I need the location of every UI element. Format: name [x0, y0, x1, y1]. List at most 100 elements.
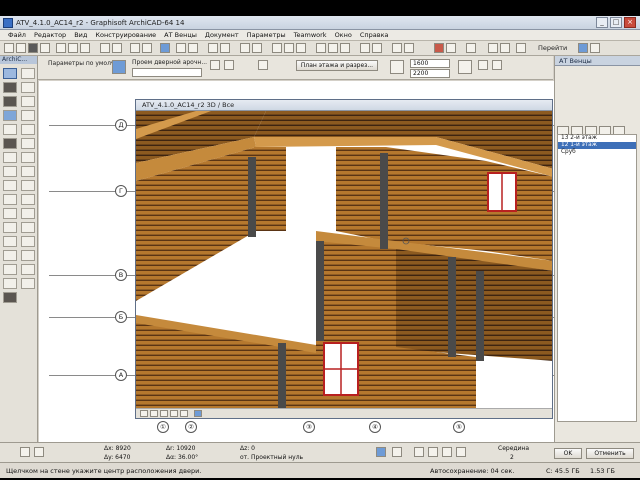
align-icon[interactable] [360, 43, 370, 53]
menu-at-ventsy[interactable]: АТ Венцы [160, 30, 201, 40]
tool-figure[interactable] [3, 250, 17, 261]
copy-icon[interactable] [68, 43, 78, 53]
magic-wand-icon[interactable] [160, 43, 170, 53]
tree-item-floor-2[interactable]: 13 2-й этаж [558, 135, 636, 142]
group-icon[interactable] [316, 43, 326, 53]
cancel-button[interactable]: Отменить [586, 448, 634, 459]
paste-icon[interactable] [80, 43, 90, 53]
tool-object[interactable] [21, 110, 35, 121]
axis-label-5[interactable]: ⑤ [453, 421, 465, 433]
trim-icon[interactable] [392, 43, 402, 53]
tool-elevation[interactable] [21, 264, 35, 275]
split-icon[interactable] [404, 43, 414, 53]
tool-arc[interactable] [3, 222, 17, 233]
parallel-icon[interactable] [428, 447, 438, 457]
tool-polyline[interactable] [21, 222, 35, 233]
navigator-icon[interactable] [578, 43, 588, 53]
tool-column[interactable] [21, 82, 35, 93]
axis-label-4[interactable]: ④ [369, 421, 381, 433]
help-icon[interactable] [590, 43, 600, 53]
pan-icon[interactable] [150, 410, 158, 417]
redo-icon[interactable] [112, 43, 122, 53]
floor-plan-section-button[interactable]: План этажа и разрез... [296, 60, 378, 71]
tool-camera[interactable] [21, 250, 35, 261]
ungroup-icon[interactable] [328, 43, 338, 53]
orientation-icon[interactable] [224, 60, 234, 70]
axis-label-b[interactable]: Б [115, 311, 127, 323]
tool-fill[interactable] [3, 208, 17, 219]
menu-file[interactable]: Файл [4, 30, 30, 40]
axis-label-1[interactable]: ① [157, 421, 169, 433]
axis-label-3[interactable]: ③ [303, 421, 315, 433]
tool-text[interactable] [3, 194, 17, 205]
publish-icon[interactable] [516, 43, 526, 53]
tool-dimension[interactable] [3, 180, 17, 191]
reveal-icon[interactable] [478, 60, 488, 70]
3d-model-view[interactable] [136, 111, 553, 411]
axis-label-d[interactable]: Д [115, 119, 127, 131]
menu-document[interactable]: Документ [201, 30, 243, 40]
tool-worksheet[interactable] [21, 278, 35, 289]
menu-edit[interactable]: Редактор [30, 30, 70, 40]
undo-icon[interactable] [100, 43, 110, 53]
minimize-button[interactable]: _ [596, 17, 608, 28]
eyedropper-icon[interactable] [142, 43, 152, 53]
goto-label[interactable]: Перейти [538, 44, 567, 52]
tool-skylight[interactable] [21, 166, 35, 177]
tool-more[interactable] [3, 292, 17, 303]
tool-arrow[interactable] [3, 68, 17, 79]
tool-hotspot[interactable] [21, 236, 35, 247]
tool-marquee[interactable] [21, 68, 35, 79]
height-field[interactable]: 2200 [410, 69, 450, 78]
new-file-icon[interactable] [4, 43, 14, 53]
orbit-icon[interactable] [140, 410, 148, 417]
snap-grid-icon[interactable] [20, 447, 30, 457]
menu-help[interactable]: Справка [356, 30, 393, 40]
tool-label[interactable] [21, 194, 35, 205]
perpendicular-icon[interactable] [442, 447, 452, 457]
tree-item-floor-1[interactable]: 12 1-й этаж [558, 142, 636, 149]
view-3d-icon[interactable] [434, 43, 444, 53]
menu-window[interactable]: Окно [331, 30, 356, 40]
axis-label-g[interactable]: Г [115, 185, 127, 197]
fit-window-icon[interactable] [180, 410, 188, 417]
zoom-out-icon[interactable] [170, 410, 178, 417]
layer-icon[interactable] [258, 60, 268, 70]
tool-spline[interactable] [3, 236, 17, 247]
save-icon[interactable] [28, 43, 38, 53]
section-icon[interactable] [446, 43, 456, 53]
select-icon[interactable] [272, 43, 282, 53]
camera-icon[interactable] [500, 43, 510, 53]
tool-level[interactable] [21, 180, 35, 191]
explore-icon[interactable] [194, 410, 202, 417]
door-settings-icon[interactable] [112, 60, 126, 74]
axis-label-2[interactable]: ② [185, 421, 197, 433]
view-window-icon[interactable] [466, 43, 476, 53]
tool-slab[interactable] [21, 124, 35, 135]
lock-icon[interactable] [340, 43, 350, 53]
menu-teamwork[interactable]: Teamwork [290, 30, 331, 40]
menu-design[interactable]: Конструирование [91, 30, 160, 40]
tool-stair[interactable] [21, 152, 35, 163]
snap-value[interactable]: 2 [510, 454, 514, 461]
tool-section[interactable] [3, 264, 17, 275]
width-field[interactable]: 1600 [410, 59, 450, 68]
dimension-icon[interactable] [240, 43, 250, 53]
grid-icon[interactable] [208, 43, 218, 53]
tool-mesh[interactable] [3, 152, 17, 163]
intersection-icon[interactable] [456, 447, 466, 457]
tool-detail[interactable] [3, 278, 17, 289]
tree-item-srub[interactable]: Сруб [558, 149, 636, 156]
parameters-icon[interactable] [492, 60, 502, 70]
sill-icon[interactable] [458, 60, 472, 74]
menu-view[interactable]: Вид [70, 30, 91, 40]
favorites-field[interactable] [132, 68, 202, 77]
layout-icon[interactable] [488, 43, 498, 53]
snap-label[interactable]: Середина [498, 445, 529, 452]
tool-window[interactable] [21, 96, 35, 107]
tool-beam[interactable] [3, 96, 17, 107]
tool-curtain-wall[interactable] [3, 166, 17, 177]
guide-icon[interactable] [188, 43, 198, 53]
layers-icon[interactable] [220, 43, 230, 53]
anchor-icon[interactable] [210, 60, 220, 70]
